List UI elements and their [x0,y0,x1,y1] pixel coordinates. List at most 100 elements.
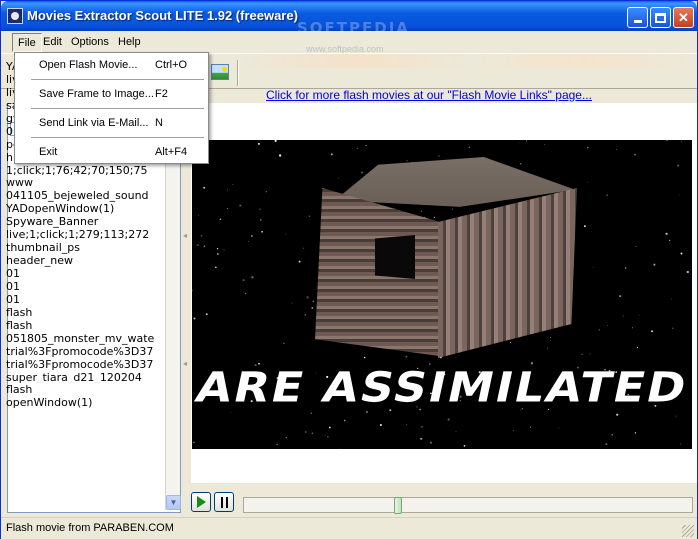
list-item[interactable]: 01 [6,280,158,293]
list-item[interactable]: trial%3Fpromocode%3D37 [6,358,158,371]
scroll-down-arrow-icon[interactable]: ▼ [166,495,181,510]
list-item[interactable]: YADopenWindow(1) [6,202,158,215]
star [611,434,613,436]
star [192,289,193,292]
star [605,443,608,446]
star [193,317,196,320]
star [447,418,450,421]
menu-separator [31,79,204,80]
app-icon[interactable] [7,8,23,24]
list-item[interactable]: flash [6,319,158,332]
star [305,431,307,433]
list-item[interactable]: Spyware_Banner [6,215,158,228]
flash-movie-links-link[interactable]: Click for more flash movies at our "Flas… [266,88,592,102]
star [546,347,548,349]
menu-help[interactable]: Help [113,33,146,52]
list-item[interactable]: header_new [6,254,158,267]
star [251,276,254,279]
minimize-icon [633,20,642,23]
maximize-button[interactable] [650,7,671,28]
menu-item-shortcut: Ctrl+O [155,59,188,71]
star [247,241,249,242]
menu-item-save-frame[interactable]: Save Frame to Image... F2 [17,84,206,105]
star [636,346,639,349]
list-item[interactable]: 01 [6,293,158,306]
list-item[interactable]: super_tiara_d21_120204 [6,371,158,384]
list-item[interactable]: 041105_bejeweled_sound [6,189,158,202]
list-item[interactable]: 051805_monster_mv_wate [6,332,158,345]
resize-grip-icon[interactable] [682,525,694,537]
star [327,436,329,438]
play-button[interactable] [191,492,211,512]
app-window: Movies Extractor Scout LITE 1.92 (freewa… [0,0,698,539]
collapse-left-icon[interactable]: ◂ [183,231,187,240]
star [549,336,552,339]
collapse-left-icon[interactable]: ◂ [183,359,187,368]
star [196,244,199,247]
list-item[interactable]: thumbnail_ps [6,241,158,254]
star [306,296,309,299]
star [361,171,363,174]
watermark-url: www.softpedia.com [306,44,384,54]
save-image-icon[interactable] [211,64,229,80]
list-item[interactable]: flash [6,306,158,319]
star [219,218,222,221]
star [406,424,408,425]
star [330,153,333,156]
star [227,208,229,209]
star [671,298,673,300]
star [405,355,408,358]
star [513,429,515,431]
cube-opening [375,235,415,279]
list-item[interactable]: 01 [6,267,158,280]
star [242,279,245,282]
menu-item-send-link[interactable]: Send Link via E-Mail... N [17,113,206,134]
star [421,425,423,428]
star [328,426,331,429]
star [526,140,528,142]
play-icon [197,496,206,508]
star [366,411,368,413]
star [622,315,624,317]
star [205,313,208,316]
title-bar[interactable]: Movies Extractor Scout LITE 1.92 (freewa… [1,1,697,37]
list-item[interactable]: 1;click;1;76;42;70;150;75 [6,164,158,177]
menu-item-open-flash-movie[interactable]: Open Flash Movie... Ctrl+O [17,55,206,76]
star [584,225,586,228]
star [303,247,305,249]
star [232,183,234,185]
star [680,252,683,255]
star [543,144,545,145]
toolbar-separator [237,60,239,86]
pane-splitter[interactable]: ◂ ◂ [182,103,190,513]
minimize-button[interactable] [627,7,648,28]
window-title: Movies Extractor Scout LITE 1.92 (freewa… [27,8,298,23]
star [634,432,637,434]
list-item[interactable]: live;1;click;1;279;113;272 [6,228,158,241]
list-item[interactable]: flash [6,383,158,396]
menu-item-exit[interactable]: Exit Alt+F4 [17,142,206,163]
seek-thumb[interactable] [394,497,402,514]
menu-item-label: Exit [39,146,58,158]
close-button[interactable]: ✕ [673,7,694,28]
menu-options[interactable]: Options [66,33,114,52]
maximize-icon [655,12,666,23]
seek-bar[interactable] [243,497,693,514]
star [312,300,315,303]
list-item[interactable]: openWindow(1) [6,396,158,409]
star [363,356,366,359]
star [216,248,219,250]
pause-button[interactable] [214,492,234,512]
star [672,327,674,329]
list-item[interactable]: www [6,176,158,189]
star [429,441,433,444]
toolbar-band [241,54,697,68]
star [606,194,608,196]
list-item[interactable]: trial%3Fpromocode%3D37 [6,345,158,358]
star [420,437,423,440]
star [259,208,261,210]
menu-edit[interactable]: Edit [38,33,67,52]
star [285,437,287,439]
pause-icon [221,497,228,508]
star [226,189,228,191]
